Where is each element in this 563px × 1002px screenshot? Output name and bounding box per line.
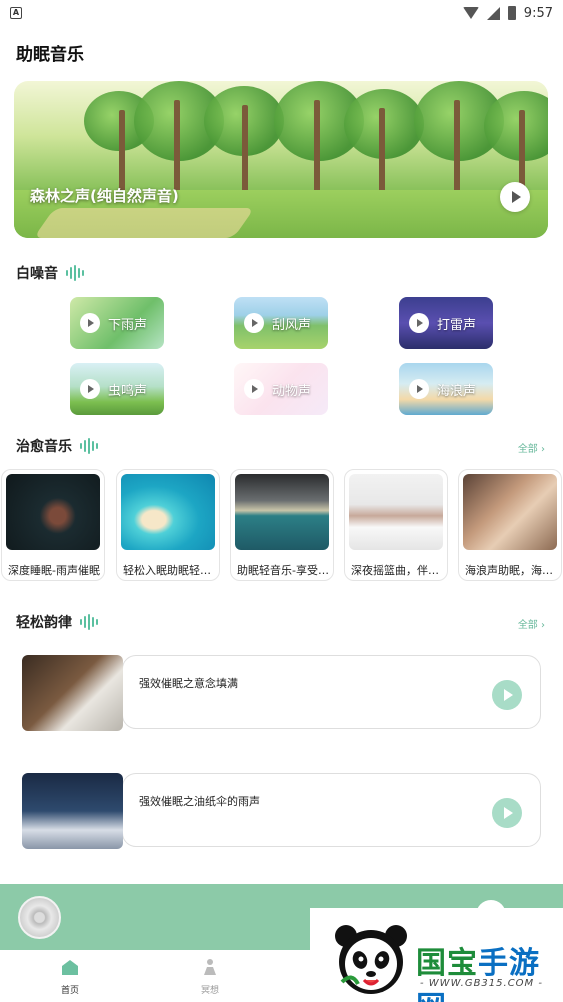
healing-music-card[interactable]: 深度睡眠-雨声催眠 <box>1 469 105 581</box>
panda-logo-icon <box>335 925 407 994</box>
relaxing-thumbnail <box>22 655 123 731</box>
banner-image <box>14 81 548 238</box>
tab-label: 冥想 <box>200 986 219 996</box>
signal-icon <box>486 6 500 20</box>
banner-play-button[interactable] <box>500 182 530 212</box>
banner-title: 森林之声(纯自然声音) <box>30 187 179 205</box>
relaxing-card[interactable]: 强效催眠之意念填满 <box>122 655 541 729</box>
healing-thumbnail <box>235 474 329 550</box>
white-noise-animals[interactable]: 动物声 <box>234 363 328 415</box>
status-bar: A 9:57 <box>0 0 563 26</box>
healing-music-card[interactable]: 助眠轻音乐-享受宁静 <box>230 469 334 581</box>
white-noise-insects[interactable]: 虫鸣声 <box>70 363 164 415</box>
section-title: 治愈音乐 <box>16 439 72 455</box>
healing-music-see-all-link[interactable]: 全部 › <box>518 440 545 455</box>
relaxing-list-item[interactable]: 强效催眠之油纸伞的雨声 <box>22 773 541 849</box>
play-icon <box>409 379 429 399</box>
home-icon <box>62 960 78 975</box>
section-title: 轻松韵律 <box>16 615 72 631</box>
healing-music-card[interactable]: 轻松入眠助眠轻音乐 <box>116 469 220 581</box>
see-all-label: 全部 <box>517 620 538 631</box>
white-noise-waves[interactable]: 海浪声 <box>399 363 493 415</box>
healing-thumbnail <box>6 474 100 550</box>
tab-meditate[interactable]: 冥想 <box>190 958 230 996</box>
play-icon <box>409 313 429 333</box>
healing-music-card[interactable]: 海浪声助眠，海边的 <box>458 469 562 581</box>
relaxing-play-button[interactable] <box>492 798 522 828</box>
page-title: 助眠音乐 <box>16 45 84 65</box>
white-noise-label: 下雨声 <box>108 317 148 333</box>
play-icon <box>80 379 100 399</box>
notification-icon: A <box>10 7 22 19</box>
healing-title: 深度睡眠-雨声催眠 <box>8 564 100 577</box>
section-title: 白噪音 <box>16 266 58 282</box>
wifi-icon <box>462 7 479 19</box>
featured-banner[interactable]: 森林之声(纯自然声音) <box>14 81 548 238</box>
healing-thumbnail <box>463 474 557 550</box>
watermark-brand: 国宝手游网 <box>416 938 563 1002</box>
healing-music-card[interactable]: 深夜摇篮曲，伴你入眠 <box>344 469 448 581</box>
play-icon <box>244 313 264 333</box>
white-noise-label: 刮风声 <box>272 317 312 333</box>
relaxing-thumbnail <box>22 773 123 849</box>
section-header-healing-music: 治愈音乐 <box>16 436 98 456</box>
white-noise-label: 海浪声 <box>437 383 477 399</box>
white-noise-label: 打雷声 <box>437 317 477 333</box>
play-icon <box>503 807 513 819</box>
white-noise-label: 动物声 <box>272 383 312 399</box>
meditation-icon <box>204 959 216 975</box>
relaxing-title: 强效催眠之意念填满 <box>139 677 238 690</box>
tab-home[interactable]: 首页 <box>50 958 90 996</box>
relaxing-see-all-link[interactable]: 全部 › <box>518 616 545 631</box>
relaxing-list-item[interactable]: 强效催眠之意念填满 <box>22 655 541 731</box>
tab-label: 首页 <box>60 986 79 996</box>
play-icon <box>244 379 264 399</box>
relaxing-title: 强效催眠之油纸伞的雨声 <box>139 795 260 808</box>
battery-icon <box>507 6 516 20</box>
healing-title: 助眠轻音乐-享受宁静 <box>237 564 329 577</box>
play-icon <box>511 191 521 203</box>
healing-title: 轻松入眠助眠轻音乐 <box>123 564 215 577</box>
white-noise-wind[interactable]: 刮风声 <box>234 297 328 349</box>
section-header-relaxing: 轻松韵律 <box>16 612 98 632</box>
sound-wave-icon <box>80 438 98 454</box>
album-disc-icon[interactable] <box>18 896 61 939</box>
healing-title: 深夜摇篮曲，伴你入眠 <box>351 564 443 577</box>
healing-thumbnail <box>349 474 443 550</box>
healing-title: 海浪声助眠，海边的 <box>465 564 557 577</box>
sound-wave-icon <box>80 614 98 630</box>
relaxing-card[interactable]: 强效催眠之油纸伞的雨声 <box>122 773 541 847</box>
watermark-brand-part: 国宝 <box>416 946 478 981</box>
site-watermark: 国宝手游网 - WWW.GB315.COM - <box>310 908 563 1002</box>
play-icon <box>80 313 100 333</box>
see-all-label: 全部 <box>517 444 538 455</box>
status-time: 9:57 <box>523 5 553 21</box>
section-header-white-noise: 白噪音 <box>16 263 84 283</box>
white-noise-thunder[interactable]: 打雷声 <box>399 297 493 349</box>
relaxing-play-button[interactable] <box>492 680 522 710</box>
white-noise-label: 虫鸣声 <box>108 383 148 399</box>
white-noise-rain[interactable]: 下雨声 <box>70 297 164 349</box>
watermark-url: - WWW.GB315.COM - <box>420 978 543 989</box>
play-icon <box>503 689 513 701</box>
sound-wave-icon <box>66 265 84 281</box>
healing-thumbnail <box>121 474 215 550</box>
